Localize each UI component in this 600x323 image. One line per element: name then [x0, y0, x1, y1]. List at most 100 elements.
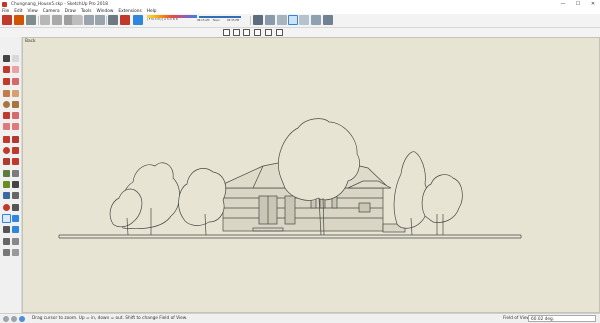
- measurements-box[interactable]: 60.02 deg.: [528, 315, 596, 322]
- model-info-icon[interactable]: [120, 15, 130, 25]
- right-view-icon[interactable]: [254, 29, 261, 36]
- print-icon[interactable]: [108, 15, 118, 25]
- tree-canopy: [393, 151, 429, 229]
- maximize-button[interactable]: ☐: [571, 0, 585, 8]
- front-view-icon[interactable]: [243, 29, 250, 36]
- menu-extensions[interactable]: Extensions: [118, 9, 141, 14]
- rectangle-icon[interactable]: [3, 90, 10, 97]
- new-model-icon[interactable]: [2, 15, 12, 25]
- open-icon[interactable]: [14, 15, 24, 25]
- line-icon[interactable]: [3, 78, 10, 85]
- shadow-time-start: 06:15 AM: [197, 19, 210, 22]
- geo-location-icon[interactable]: [3, 316, 9, 322]
- tape-measure-icon[interactable]: [3, 170, 10, 177]
- section-plane-icon[interactable]: [3, 249, 10, 256]
- two-point-arc-icon[interactable]: [12, 112, 19, 119]
- menu-window[interactable]: Window: [96, 9, 113, 14]
- polygon-icon[interactable]: [12, 101, 19, 108]
- scale-icon[interactable]: [3, 158, 10, 165]
- pie-icon[interactable]: [12, 123, 19, 130]
- menu-help[interactable]: Help: [147, 9, 157, 14]
- back-edges-icon[interactable]: [265, 15, 275, 25]
- shadow-settings: J F M A M J J A S O N D 06:15 AM Noon 05…: [145, 15, 245, 26]
- circle-icon[interactable]: [3, 101, 10, 108]
- redo-icon[interactable]: [95, 15, 105, 25]
- undo-icon[interactable]: [84, 15, 94, 25]
- position-camera-icon[interactable]: [12, 226, 19, 233]
- instructor-icon[interactable]: [19, 316, 25, 322]
- window-title: Chungnang_House5.skp - SketchUp Pro 2018: [11, 1, 108, 7]
- tree-canopy: [178, 168, 227, 226]
- menu-view[interactable]: View: [28, 9, 38, 14]
- shadow-time-slider[interactable]: [199, 16, 241, 18]
- wireframe-icon[interactable]: [277, 15, 287, 25]
- status-hint: Drag cursor to zoom. Up = in, down = out…: [32, 316, 188, 321]
- tool-palette: [0, 37, 22, 313]
- shadows-toggle-icon[interactable]: [133, 15, 143, 25]
- cut-icon[interactable]: [40, 15, 50, 25]
- top-view-icon[interactable]: [233, 29, 240, 36]
- back-view-icon[interactable]: [265, 29, 272, 36]
- erase-icon[interactable]: [72, 15, 82, 25]
- house-door: [284, 195, 296, 225]
- shaded-icon[interactable]: [299, 15, 309, 25]
- axes-icon[interactable]: [3, 192, 10, 199]
- text-icon[interactable]: [12, 181, 19, 188]
- toolbar-separator: [250, 16, 251, 25]
- push-pull-icon[interactable]: [12, 136, 19, 143]
- menu-draw[interactable]: Draw: [65, 9, 76, 14]
- eraser-icon[interactable]: [12, 55, 19, 62]
- xray-icon[interactable]: [253, 15, 263, 25]
- menu-camera[interactable]: Camera: [43, 9, 60, 14]
- views-toolbar: [0, 28, 600, 37]
- toolbar-separator: [82, 16, 83, 25]
- pan-icon[interactable]: [12, 204, 19, 211]
- toolbar-separator: [106, 16, 107, 25]
- arc-icon[interactable]: [3, 112, 10, 119]
- main-toolbar: J F M A M J J A S O N D 06:15 AM Noon 05…: [0, 14, 600, 28]
- minimize-button[interactable]: —: [556, 0, 570, 8]
- zoom-icon[interactable]: [2, 214, 11, 223]
- credits-icon[interactable]: [11, 316, 17, 322]
- shadow-time-noon: Noon: [213, 19, 220, 22]
- interact-icon[interactable]: [12, 249, 19, 256]
- close-button[interactable]: ✕: [586, 0, 600, 8]
- offset-icon[interactable]: [12, 158, 19, 165]
- rotated-rectangle-icon[interactable]: [12, 90, 19, 97]
- left-view-icon[interactable]: [276, 29, 283, 36]
- monochrome-icon[interactable]: [323, 15, 333, 25]
- three-point-arc-icon[interactable]: [3, 123, 10, 130]
- dimension-icon[interactable]: [12, 170, 19, 177]
- walk-icon[interactable]: [3, 238, 10, 245]
- iso-view-icon[interactable]: [223, 29, 230, 36]
- menu-edit[interactable]: Edit: [14, 9, 22, 14]
- look-around-icon[interactable]: [12, 238, 19, 245]
- house-window: [358, 202, 371, 213]
- eraser-tool-icon[interactable]: [12, 66, 19, 73]
- freehand-icon[interactable]: [12, 78, 19, 85]
- toolbar-separator: [38, 16, 39, 25]
- hidden-line-icon[interactable]: [288, 15, 298, 25]
- orbit-icon[interactable]: [3, 204, 10, 211]
- menu-file[interactable]: File: [2, 9, 9, 14]
- tree-canopy: [421, 174, 463, 223]
- shadow-time-end: 05:35 PM: [227, 19, 240, 22]
- zoom-window-icon[interactable]: [12, 215, 19, 222]
- move-icon[interactable]: [3, 136, 10, 143]
- measurements-value: 60.02 deg.: [531, 316, 555, 322]
- rotate-icon[interactable]: [3, 147, 10, 154]
- select-icon[interactable]: [3, 55, 10, 62]
- copy-icon[interactable]: [52, 15, 62, 25]
- zoom-extents-icon[interactable]: [3, 226, 10, 233]
- sketchup-logo-icon: [2, 1, 7, 7]
- protractor-icon[interactable]: [3, 181, 10, 188]
- paint-bucket-icon[interactable]: [3, 66, 10, 73]
- 3d-text-icon[interactable]: [12, 192, 19, 199]
- model-viewport[interactable]: Back: [22, 37, 600, 313]
- save-icon[interactable]: [26, 15, 36, 25]
- sketchup-window: Chungnang_House5.skp - SketchUp Pro 2018…: [0, 0, 600, 323]
- shaded-textures-icon[interactable]: [311, 15, 321, 25]
- menu-tools[interactable]: Tools: [81, 9, 92, 14]
- measurements-label: Field of View: [503, 316, 530, 321]
- follow-me-icon[interactable]: [12, 147, 19, 154]
